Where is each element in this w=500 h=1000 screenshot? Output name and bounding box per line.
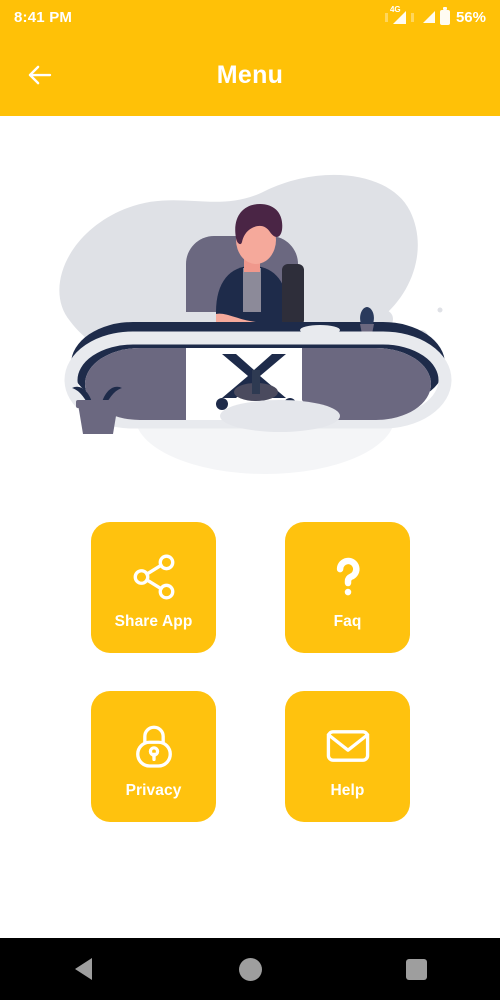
chair-post [252,370,260,394]
menu-card-privacy[interactable]: Privacy [91,691,216,822]
menu-card-label: Faq [333,612,362,630]
menu-card-label: Privacy [125,781,182,799]
signal-bars-shape [392,10,406,24]
status-bar: 8:41 PM 4G 56% [0,0,500,34]
app-bar: Menu [0,34,500,116]
menu-card-help[interactable]: Help [285,691,410,822]
menu-card-faq[interactable]: Faq [285,522,410,653]
desk-ground-shadow [220,400,340,432]
menu-grid: Share App Faq Privacy Help [91,522,410,822]
nav-recents-button[interactable] [333,938,500,1000]
menu-card-label: Help [330,781,365,799]
arrow-left-icon [28,65,52,85]
battery-icon [439,7,450,25]
menu-card-label: Share App [114,612,193,630]
triangle-back-icon [74,958,92,980]
android-navigation-bar [0,938,500,1000]
nav-home-button[interactable] [167,938,334,1000]
status-spacer-dot [384,12,388,22]
person-at-desk-illustration [0,116,500,555]
envelope-icon [323,715,373,777]
status-bar-time: 8:41 PM [14,8,73,26]
back-button[interactable] [12,47,68,103]
menu-row-2: Privacy Help [91,691,410,822]
question-mark-icon [323,546,373,608]
square-recents-icon [406,958,428,980]
share-icon [129,546,179,608]
chair-wheel-left [216,398,228,410]
lock-icon [129,715,179,777]
person-inner-shirt [243,268,261,312]
signal-bars-shape-2 [422,11,435,23]
circle-home-icon [238,957,262,981]
illustration-svg [59,174,452,555]
phone-screen: 8:41 PM 4G 56% Menu Share App Faq Privac… [0,0,500,1000]
status-spacer-dot-2 [410,12,414,22]
signal-icon [422,11,435,23]
menu-card-share-app[interactable]: Share App [91,522,216,653]
nav-back-button[interactable] [0,938,167,1000]
status-bar-icons: 4G 56% [384,5,486,26]
menu-row-1: Share App Faq [91,522,410,653]
potted-plant-pot [78,404,118,434]
page-title: Menu [216,60,284,89]
signal-4g-icon: 4G [390,5,406,24]
decorative-dot-3 [437,307,443,313]
coffee-cup [282,264,304,326]
potted-plant-rim [76,400,120,408]
battery-percent-label: 56% [455,8,486,26]
